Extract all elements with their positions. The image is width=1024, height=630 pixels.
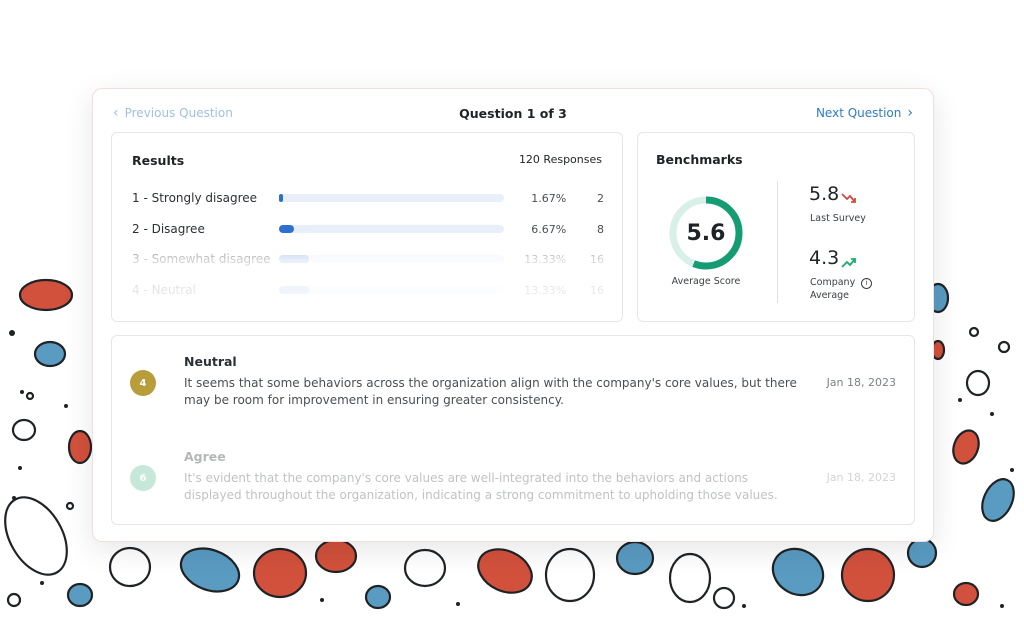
- comment-body: It seems that some behaviors across the …: [184, 376, 797, 407]
- average-score-label: Average Score: [671, 276, 741, 287]
- company-average-label: Company i Average: [810, 276, 873, 302]
- comments-panel: 4 Neutral It seems that some behaviors a…: [111, 335, 915, 525]
- result-percentage: 1.67%: [531, 191, 567, 205]
- trend-down-icon: [841, 193, 856, 203]
- comment-title: Neutral: [184, 354, 237, 369]
- score-badge: 6: [130, 465, 156, 491]
- result-count: 2: [597, 191, 604, 205]
- result-label: 1 - Strongly disagree: [132, 191, 258, 205]
- result-percentage: 13.33%: [524, 283, 567, 297]
- results-fade-overlay: [112, 233, 622, 321]
- result-bar-track: [279, 286, 505, 294]
- comment-item: 6 Agree It's evident that the company's …: [130, 449, 896, 509]
- next-question-link[interactable]: Next Question ›: [816, 106, 913, 120]
- next-question-label: Next Question: [815, 106, 902, 120]
- results-title: Results: [132, 153, 185, 168]
- result-label: 2 - Disagree: [132, 222, 205, 236]
- result-bar-track: [279, 225, 505, 233]
- company-label-line1: Company: [810, 277, 856, 288]
- trend-up-icon: [841, 258, 856, 268]
- result-bar-fill: [279, 255, 310, 263]
- result-count: 16: [590, 252, 604, 266]
- benchmark-divider: [777, 181, 778, 303]
- result-row: 1 - Strongly disagree 1.67% 2: [132, 189, 604, 207]
- score-badge: 4: [130, 370, 156, 396]
- question-counter: Question 1 of 3: [459, 106, 567, 121]
- comment-date: Jan 18, 2023: [826, 376, 896, 389]
- result-row: 4 - Neutral 13.33% 16: [132, 281, 604, 299]
- comment-item: 4 Neutral It seems that some behaviors a…: [130, 354, 896, 414]
- comment-body: It's evident that the company's core val…: [184, 471, 778, 502]
- company-average-value: 4.3: [809, 247, 840, 269]
- result-percentage: 13.33%: [524, 252, 567, 266]
- result-bar-track: [279, 255, 505, 263]
- result-row: 3 - Somewhat disagree 13.33% 16: [132, 250, 604, 268]
- result-bar-fill: [279, 286, 310, 294]
- survey-question-card: ‹ Previous Question Question 1 of 3 Next…: [92, 88, 934, 542]
- average-score-gauge: 5.6: [666, 193, 746, 273]
- last-survey-value: 5.8: [809, 183, 840, 205]
- chevron-right-icon: ›: [907, 105, 913, 121]
- result-label: 3 - Somewhat disagree: [132, 252, 271, 266]
- response-count: 120 Responses: [518, 153, 602, 166]
- comment-date: Jan 18, 2023: [826, 471, 896, 484]
- result-count: 16: [590, 283, 604, 297]
- benchmarks-panel: Benchmarks 5.6 Average Score 5.8 Last Su…: [637, 132, 915, 322]
- result-label: 4 - Neutral: [132, 283, 196, 297]
- result-bar-track: [279, 194, 505, 202]
- results-panel: Results 120 Responses 1 - Strongly disag…: [111, 132, 623, 322]
- result-bar-fill: [279, 225, 295, 233]
- last-survey-label: Last Survey: [810, 213, 866, 224]
- company-label-line2: Average: [810, 290, 850, 301]
- result-count: 8: [597, 222, 604, 236]
- result-bar-fill: [279, 194, 284, 202]
- average-score-value: 5.6: [686, 220, 726, 246]
- result-row: 2 - Disagree 6.67% 8: [132, 220, 604, 238]
- benchmarks-title: Benchmarks: [656, 152, 743, 167]
- info-icon[interactable]: i: [861, 278, 873, 289]
- comment-title: Agree: [184, 449, 226, 464]
- result-percentage: 6.67%: [531, 222, 567, 236]
